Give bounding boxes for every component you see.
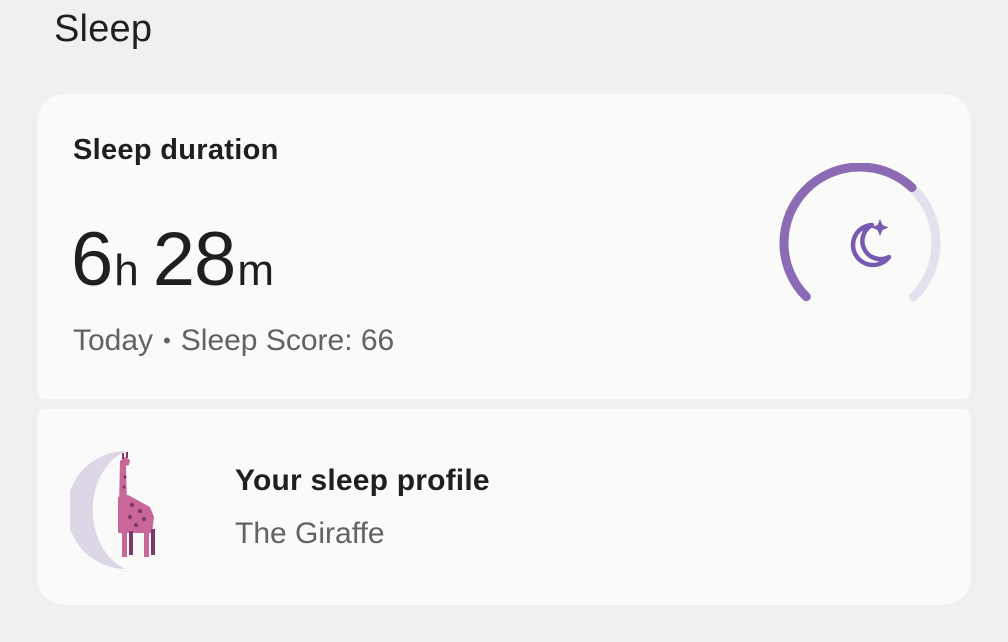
- sleep-profile-animal: The Giraffe: [235, 517, 385, 550]
- sleep-profile-title: Your sleep profile: [235, 464, 490, 497]
- crescent-moon-shape: [70, 451, 126, 569]
- sleep-duration-value: 6 h 28 m: [71, 216, 274, 303]
- page-title: Sleep: [54, 8, 153, 50]
- sleep-score-label: Sleep Score: 66: [180, 324, 395, 357]
- minutes-value: 28: [152, 217, 237, 302]
- day-label: Today: [73, 324, 154, 357]
- sleep-summary: Today • Sleep Score: 66: [73, 324, 394, 358]
- hours-value: 6: [71, 217, 113, 302]
- sleep-score-ring: [779, 163, 941, 302]
- giraffe-moon-illustration: [70, 451, 155, 569]
- moon-stars-icon: [850, 219, 892, 268]
- hours-unit: h: [114, 246, 139, 295]
- separator-dot: •: [163, 328, 171, 353]
- giraffe-figure: [118, 452, 155, 557]
- card-heading: Sleep duration: [73, 134, 279, 166]
- sleep-duration-card[interactable]: Sleep duration 6 h 28 m Today • Sleep Sc…: [37, 94, 971, 399]
- minutes-unit: m: [237, 246, 274, 295]
- sleep-profile-card[interactable]: Your sleep profile The Giraffe: [37, 409, 971, 605]
- ring-progress: [779, 163, 917, 302]
